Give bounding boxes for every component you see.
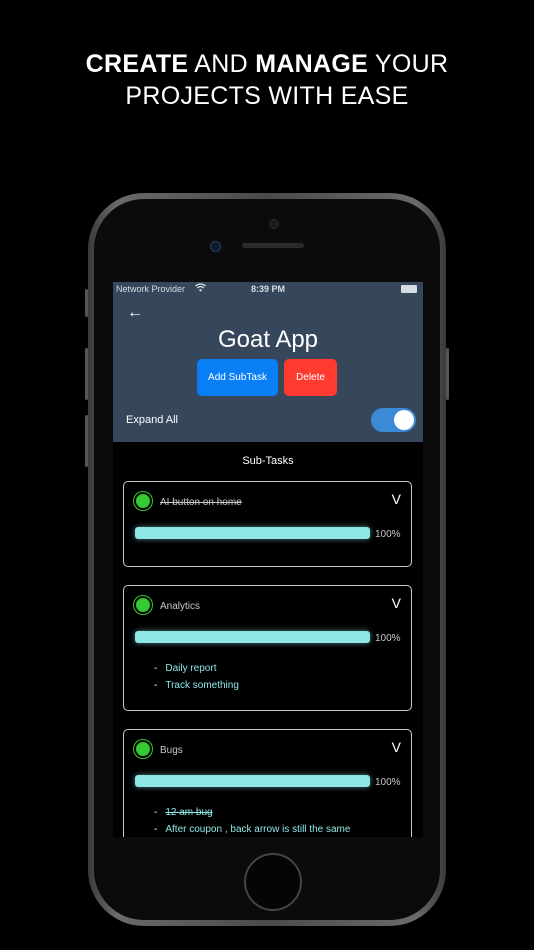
chevron-down-icon[interactable]: V [392,491,401,507]
battery-icon [401,285,417,293]
volume-down-button [85,415,88,467]
back-arrow-icon[interactable]: ← [127,304,143,322]
toggle-knob [394,410,414,430]
checklist-item[interactable]: - After coupon , back arrow is still the … [154,824,350,835]
progress-bar [135,631,370,643]
status-bar: Network Provider 8:39 PM [113,282,423,296]
add-subtask-button[interactable]: Add SubTask [197,359,278,396]
subtask-card[interactable]: Bugs V 100% -12 am bug - After coupon , b… [123,729,412,837]
power-button [446,348,449,400]
subtasks-heading: Sub-Tasks [242,455,294,467]
headline-line-2: PROJECTS WITH EASE [125,82,409,110]
checklist-item[interactable]: - Track something [154,680,239,691]
expand-all-toggle[interactable] [371,408,416,432]
volume-up-button [85,348,88,400]
expand-all-label: Expand All [126,414,178,426]
subtask-card[interactable]: AI button on home V 100% [123,481,412,567]
headline-line-1: CREATE AND MANAGE YOUR [85,50,449,78]
progress-bar [135,775,370,787]
app-header: Network Provider 8:39 PM ← Goat App Add … [113,282,423,442]
progress-bar [135,527,370,539]
project-title: Goat App [217,326,319,353]
earpiece-speaker [242,243,304,248]
checklist-item[interactable]: -12 am bug [154,807,213,818]
status-dot-icon [136,494,150,508]
promo-headline: CREATE AND MANAGE YOUR PROJECTS WITH EAS… [0,48,534,112]
checklist-item[interactable]: - Daily report [154,663,216,674]
subtask-title: AI button on home [160,497,242,508]
subtask-card[interactable]: Analytics V 100% - Daily report - Track so… [123,585,412,711]
subtask-title: Bugs [160,745,183,756]
subtask-title: Analytics [160,601,201,612]
app-screen: Network Provider 8:39 PM ← Goat App Add … [113,282,423,837]
progress-percent: 100% [375,633,401,644]
progress-percent: 100% [375,529,401,540]
status-dot-icon [136,742,150,756]
home-button[interactable] [244,853,302,911]
chevron-down-icon[interactable]: V [392,595,401,611]
mute-switch [85,289,88,317]
progress-percent: 100% [375,777,401,788]
proximity-sensor [210,241,221,252]
front-camera [269,219,279,229]
status-dot-icon [136,598,150,612]
delete-button[interactable]: Delete [284,359,337,396]
chevron-down-icon[interactable]: V [392,739,401,755]
status-time: 8:39 PM [250,284,285,294]
